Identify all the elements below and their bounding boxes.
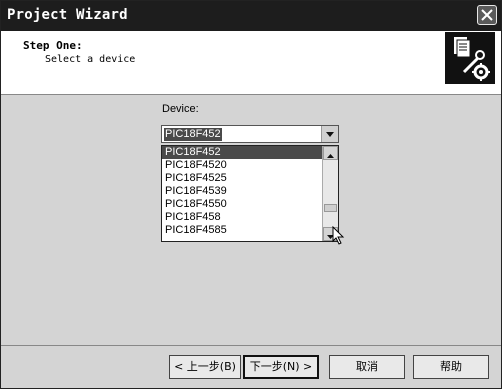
device-option[interactable]: PIC18F4520 [162, 159, 338, 172]
device-option[interactable]: PIC18F4550 [162, 198, 338, 211]
help-button[interactable]: 帮助 [413, 355, 489, 379]
cancel-button[interactable]: 取消 [329, 355, 405, 379]
scroll-up-button[interactable] [323, 146, 338, 160]
device-option[interactable]: PIC18F452 [162, 146, 338, 159]
scroll-thumb[interactable] [324, 204, 337, 212]
window-title: Project Wizard [7, 7, 128, 23]
device-label: Device: [162, 103, 199, 115]
next-button[interactable]: 下一步(N) > [243, 355, 319, 379]
back-button[interactable]: < 上一步(B) [169, 355, 241, 379]
device-option[interactable]: PIC18F458 [162, 211, 338, 224]
mouse-cursor-icon [332, 226, 345, 245]
title-bar[interactable]: Project Wizard [1, 1, 501, 31]
footer-divider [1, 345, 501, 346]
device-option[interactable]: PIC18F4585 [162, 224, 338, 237]
wizard-header: Step One: Select a device [1, 31, 501, 95]
device-dropdown-list[interactable]: PIC18F452 PIC18F4520 PIC18F4525 PIC18F45… [161, 145, 339, 242]
device-combobox[interactable]: PIC18F452 [161, 125, 339, 143]
project-wizard-window: Project Wizard Step One: Select a device [0, 0, 502, 389]
device-selected-value: PIC18F452 [164, 128, 222, 141]
close-button[interactable] [477, 5, 497, 25]
wizard-settings-icon [445, 32, 495, 84]
chevron-down-icon [326, 132, 334, 137]
device-option[interactable]: PIC18F4525 [162, 172, 338, 185]
dropdown-button[interactable] [321, 126, 338, 142]
chevron-up-icon [327, 154, 334, 158]
close-icon [481, 9, 493, 21]
device-option[interactable]: PIC18F4539 [162, 185, 338, 198]
step-title: Step One: [23, 39, 83, 52]
step-subtitle: Select a device [45, 54, 136, 65]
